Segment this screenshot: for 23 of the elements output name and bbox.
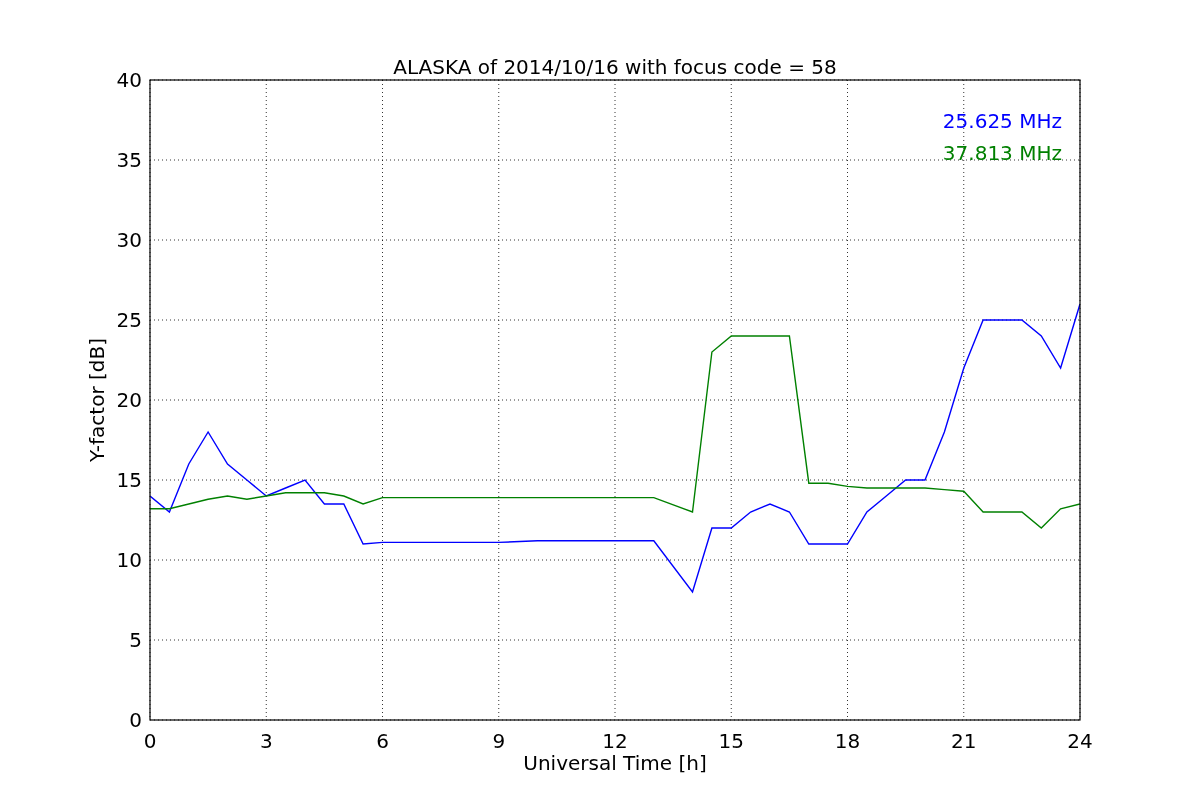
x-tick-label: 0 bbox=[143, 729, 157, 753]
x-axis-label: Universal Time [h] bbox=[523, 751, 707, 775]
y-tick-label: 5 bbox=[129, 628, 142, 652]
y-tick-label: 35 bbox=[116, 148, 142, 172]
y-axis-label: Y-factor [dB] bbox=[85, 338, 109, 462]
x-tick-label: 9 bbox=[492, 729, 506, 753]
x-tick-label: 21 bbox=[951, 729, 977, 753]
y-tick-label: 30 bbox=[116, 228, 142, 252]
x-tick-label: 12 bbox=[602, 729, 628, 753]
chart-title: ALASKA of 2014/10/16 with focus code = 58 bbox=[393, 55, 837, 79]
y-tick-label: 15 bbox=[116, 468, 142, 492]
legend-label: 25.625 MHz bbox=[942, 109, 1062, 133]
y-tick-label: 10 bbox=[116, 548, 142, 572]
x-tick-label: 15 bbox=[718, 729, 744, 753]
legend-label: 37.813 MHz bbox=[942, 141, 1062, 165]
x-tick-label: 24 bbox=[1067, 729, 1093, 753]
y-tick-label: 40 bbox=[116, 68, 142, 92]
x-tick-label: 3 bbox=[259, 729, 273, 753]
y-tick-label: 0 bbox=[129, 708, 142, 732]
x-tick-label: 18 bbox=[834, 729, 861, 753]
y-tick-label: 20 bbox=[116, 388, 142, 412]
x-tick-label: 6 bbox=[376, 729, 389, 753]
y-tick-label: 25 bbox=[116, 308, 142, 332]
